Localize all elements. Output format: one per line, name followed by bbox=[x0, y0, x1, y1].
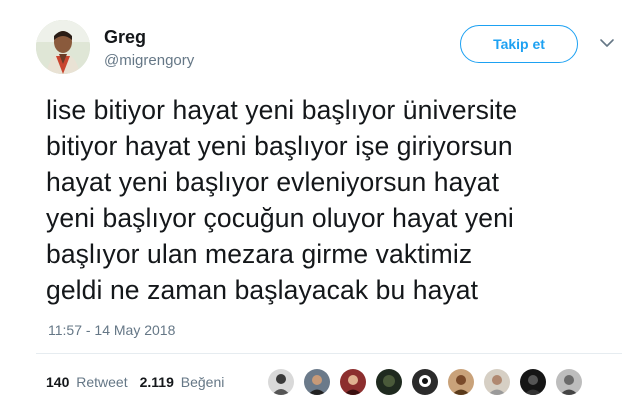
retweet-label: Retweet bbox=[76, 374, 128, 390]
liker-avatar[interactable] bbox=[304, 369, 330, 395]
avatar-image bbox=[36, 20, 90, 74]
follow-button[interactable]: Takip et bbox=[460, 25, 578, 63]
tweet-timestamp[interactable]: 11:57 - 14 May 2018 bbox=[48, 322, 175, 338]
tweet-line: başlıyor ulan mezara girme vaktimiz bbox=[46, 239, 473, 269]
screen-name[interactable]: @migrengory bbox=[104, 52, 194, 69]
divider bbox=[36, 353, 622, 354]
liker-avatars bbox=[268, 369, 582, 395]
tweet-stats: 140 Retweet 2.119 Beğeni bbox=[46, 374, 224, 390]
like-label: Beğeni bbox=[180, 374, 225, 390]
like-count: 2.119 bbox=[139, 374, 174, 390]
liker-avatar[interactable] bbox=[376, 369, 402, 395]
liker-avatar[interactable] bbox=[556, 369, 582, 395]
tweet-line: bitiyor hayat yeni başlıyor işe giriyors… bbox=[46, 131, 513, 161]
liker-avatar[interactable] bbox=[448, 369, 474, 395]
retweet-stat[interactable]: 140 Retweet bbox=[46, 374, 128, 390]
liker-avatar[interactable] bbox=[340, 369, 366, 395]
retweet-count: 140 bbox=[46, 374, 70, 390]
chevron-down-icon[interactable] bbox=[598, 36, 616, 50]
tweet-card: Greg @migrengory Takip et lise bitiyor h… bbox=[0, 0, 640, 415]
tweet-line: lise bitiyor hayat yeni başlıyor ünivers… bbox=[46, 95, 518, 125]
tweet-line: yeni başlıyor çocuğun oluyor hayat yeni bbox=[46, 203, 514, 233]
display-name[interactable]: Greg bbox=[104, 27, 146, 48]
liker-avatar[interactable] bbox=[520, 369, 546, 395]
liker-avatar[interactable] bbox=[412, 369, 438, 395]
like-stat[interactable]: 2.119 Beğeni bbox=[140, 374, 225, 390]
tweet-text: lise bitiyor hayat yeni başlıyor ünivers… bbox=[46, 92, 626, 308]
liker-avatar[interactable] bbox=[484, 369, 510, 395]
tweet-line: geldi ne zaman başlayacak bu hayat bbox=[46, 275, 479, 305]
liker-avatar[interactable] bbox=[268, 369, 294, 395]
tweet-line: hayat yeni başlıyor evleniyorsun hayat bbox=[46, 167, 500, 197]
avatar[interactable] bbox=[36, 20, 90, 74]
